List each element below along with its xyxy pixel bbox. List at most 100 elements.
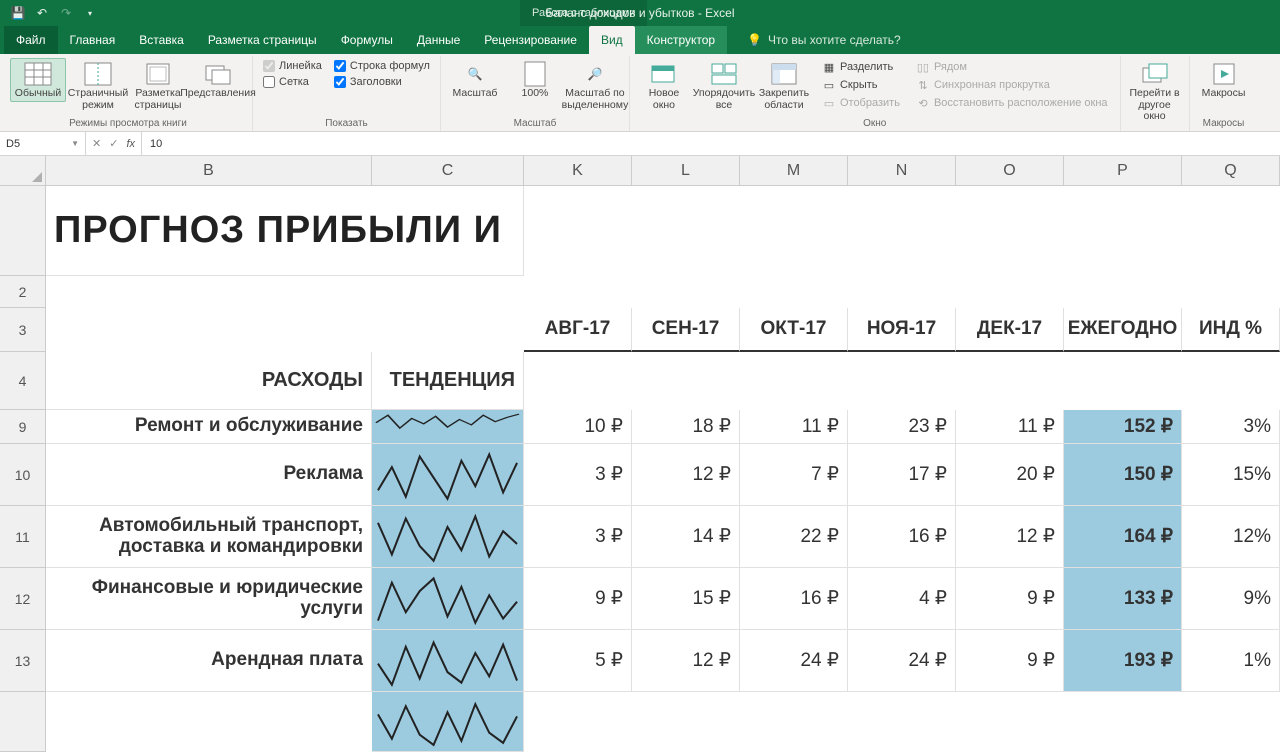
value-cell[interactable]: 3 ₽	[524, 506, 632, 568]
value-cell[interactable]: 15%	[1182, 444, 1280, 506]
value-cell[interactable]: 18 ₽	[632, 410, 740, 444]
undo-icon[interactable]: ↶	[34, 5, 50, 21]
row-header[interactable]: 11	[0, 506, 46, 568]
macros-button[interactable]: Макросы	[1196, 58, 1252, 102]
value-cell[interactable]: 3%	[1182, 410, 1280, 444]
sparkline-cell[interactable]	[372, 692, 524, 752]
tab-page-layout[interactable]: Разметка страницы	[196, 26, 329, 54]
value-cell[interactable]: 150 ₽	[1064, 444, 1182, 506]
sheet-title[interactable]: ПРОГНОЗ ПРИБЫЛИ И	[46, 186, 524, 276]
save-icon[interactable]: 💾	[10, 5, 26, 21]
column-label[interactable]: СЕН-17	[632, 308, 740, 352]
cancel-icon[interactable]: ✕	[92, 137, 101, 150]
new-window-button[interactable]: Новое окно	[636, 58, 692, 113]
sparkline-cell[interactable]	[372, 410, 524, 444]
value-cell[interactable]: 9 ₽	[956, 630, 1064, 692]
reset-window-button[interactable]: ⟲Восстановить расположение окна	[912, 95, 1112, 111]
zoom-100-button[interactable]: 100%	[507, 58, 563, 102]
row-label[interactable]: Ремонт и обслуживание	[46, 410, 372, 444]
value-cell[interactable]: 12 ₽	[632, 444, 740, 506]
value-cell[interactable]: 17 ₽	[848, 444, 956, 506]
column-label[interactable]: ЕЖЕГОДНО	[1064, 308, 1182, 352]
view-pagebreak-button[interactable]: Страничный режим	[70, 58, 126, 113]
row-header[interactable]: 10	[0, 444, 46, 506]
tab-table-design[interactable]: Конструктор	[635, 26, 727, 54]
column-label[interactable]: АВГ-17	[524, 308, 632, 352]
value-cell[interactable]: 164 ₽	[1064, 506, 1182, 568]
column-label[interactable]: НОЯ-17	[848, 308, 956, 352]
split-button[interactable]: ▦Разделить	[818, 59, 904, 75]
chk-ruler[interactable]: Линейка	[263, 60, 322, 72]
hide-button[interactable]: ▭Скрыть	[818, 77, 904, 93]
trend-header[interactable]: ТЕНДЕНЦИЯ	[372, 352, 524, 410]
column-header[interactable]: B	[46, 156, 372, 186]
side-by-side-button[interactable]: ▯▯Рядом	[912, 59, 1112, 75]
value-cell[interactable]: 12 ₽	[632, 630, 740, 692]
tab-view[interactable]: Вид	[589, 26, 635, 54]
column-header[interactable]: Q	[1182, 156, 1280, 186]
tab-formulas[interactable]: Формулы	[329, 26, 405, 54]
sync-scroll-button[interactable]: ⇅Синхронная прокрутка	[912, 77, 1112, 93]
fx-icon[interactable]: fx	[126, 138, 135, 150]
row-header[interactable]: 2	[0, 276, 46, 308]
freeze-panes-button[interactable]: Закрепить области	[756, 58, 812, 113]
value-cell[interactable]: 12%	[1182, 506, 1280, 568]
chk-gridlines[interactable]: Сетка	[263, 76, 322, 88]
value-cell[interactable]: 1%	[1182, 630, 1280, 692]
value-cell[interactable]: 22 ₽	[740, 506, 848, 568]
row-label[interactable]: Реклама	[46, 444, 372, 506]
column-header[interactable]: M	[740, 156, 848, 186]
view-normal-button[interactable]: Обычный	[10, 58, 66, 102]
column-header[interactable]: P	[1064, 156, 1182, 186]
unhide-button[interactable]: ▭Отобразить	[818, 95, 904, 111]
tab-data[interactable]: Данные	[405, 26, 472, 54]
view-pagelayout-button[interactable]: Разметка страницы	[130, 58, 186, 113]
value-cell[interactable]: 11 ₽	[956, 410, 1064, 444]
expenses-header[interactable]: РАСХОДЫ	[46, 352, 372, 410]
row-header[interactable]	[0, 186, 46, 276]
row-header[interactable]: 13	[0, 630, 46, 692]
row-label[interactable]: Автомобильный транспорт, доставка и кома…	[46, 506, 372, 568]
value-cell[interactable]: 16 ₽	[740, 568, 848, 630]
formula-input[interactable]: 10	[142, 132, 1280, 155]
value-cell[interactable]: 12 ₽	[956, 506, 1064, 568]
column-label[interactable]: ОКТ-17	[740, 308, 848, 352]
value-cell[interactable]: 15 ₽	[632, 568, 740, 630]
row-header[interactable]: 3	[0, 308, 46, 352]
sparkline-cell[interactable]	[372, 444, 524, 506]
column-header[interactable]: O	[956, 156, 1064, 186]
value-cell[interactable]: 193 ₽	[1064, 630, 1182, 692]
value-cell[interactable]: 3 ₽	[524, 444, 632, 506]
tab-home[interactable]: Главная	[58, 26, 128, 54]
sparkline-cell[interactable]	[372, 568, 524, 630]
value-cell[interactable]: 7 ₽	[740, 444, 848, 506]
value-cell[interactable]: 10 ₽	[524, 410, 632, 444]
column-header[interactable]: K	[524, 156, 632, 186]
value-cell[interactable]: 23 ₽	[848, 410, 956, 444]
tab-insert[interactable]: Вставка	[127, 26, 196, 54]
value-cell[interactable]: 4 ₽	[848, 568, 956, 630]
value-cell[interactable]: 24 ₽	[848, 630, 956, 692]
value-cell[interactable]: 14 ₽	[632, 506, 740, 568]
arrange-all-button[interactable]: Упорядочить все	[696, 58, 752, 113]
qat-customize-icon[interactable]: ▾	[82, 5, 98, 21]
row-header[interactable]: 4	[0, 352, 46, 410]
column-header[interactable]: C	[372, 156, 524, 186]
select-all-corner[interactable]	[0, 156, 46, 186]
column-header[interactable]: N	[848, 156, 956, 186]
value-cell[interactable]: 11 ₽	[740, 410, 848, 444]
name-box[interactable]: D5▼	[0, 132, 86, 155]
chk-formula-bar[interactable]: Строка формул	[334, 60, 430, 72]
tab-file[interactable]: Файл	[4, 26, 58, 54]
row-header[interactable]	[0, 692, 46, 752]
switch-window-button[interactable]: Перейти в другое окно	[1127, 58, 1183, 125]
value-cell[interactable]: 9 ₽	[956, 568, 1064, 630]
view-custom-button[interactable]: Представления	[190, 58, 246, 102]
enter-icon[interactable]: ✓	[109, 137, 118, 150]
row-header[interactable]: 12	[0, 568, 46, 630]
column-label[interactable]: ДЕК-17	[956, 308, 1064, 352]
spreadsheet-grid[interactable]: BCKLMNOPQ 234910111213 ПРОГНОЗ ПРИБЫЛИ И…	[0, 156, 1280, 720]
sparkline-cell[interactable]	[372, 630, 524, 692]
row-header[interactable]: 9	[0, 410, 46, 444]
column-header[interactable]: L	[632, 156, 740, 186]
